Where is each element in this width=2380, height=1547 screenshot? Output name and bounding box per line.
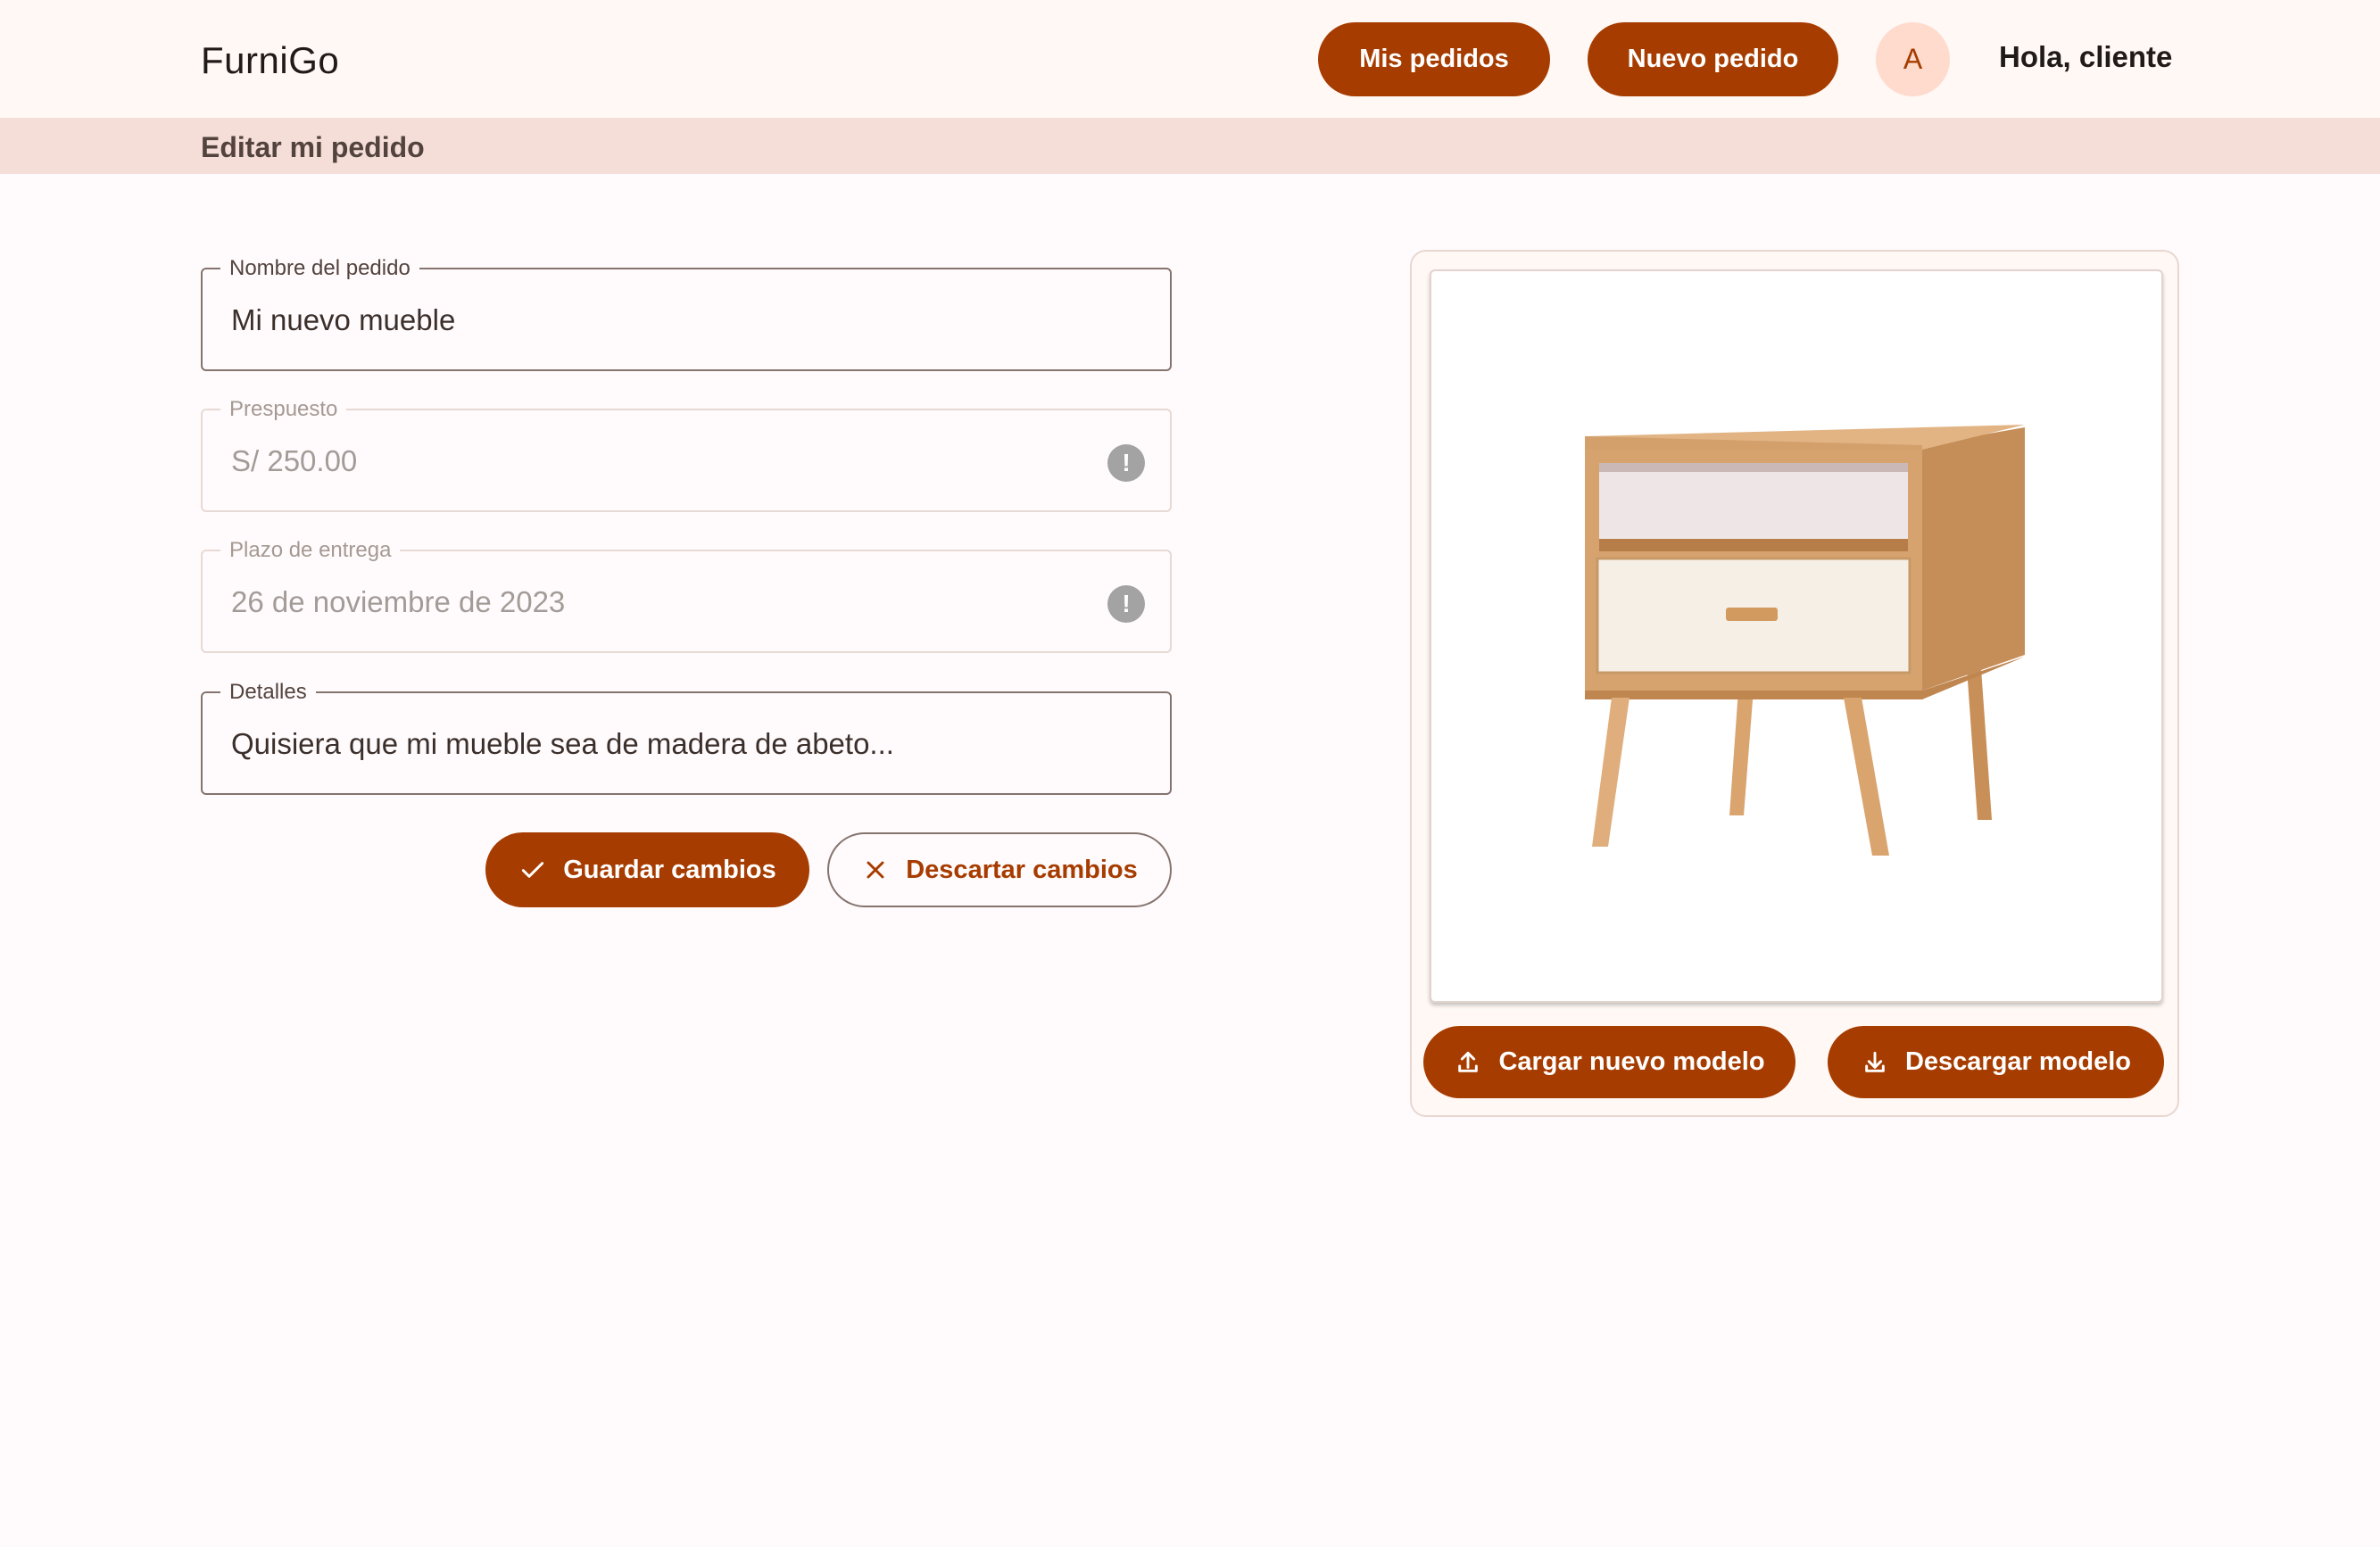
page-header-bar: Editar mi pedido: [0, 118, 2380, 174]
budget-label: Prespuesto: [220, 396, 347, 423]
upload-model-label: Cargar nuevo modelo: [1498, 1047, 1765, 1076]
brand-logo[interactable]: FurniGo: [201, 39, 339, 82]
budget-field: Prespuesto S/ 250.00 !: [201, 396, 1172, 512]
discard-changes-label: Descartar cambios: [906, 855, 1138, 884]
save-changes-button[interactable]: Guardar cambios: [485, 832, 809, 907]
deadline-value: 26 de noviembre de 2023: [231, 585, 566, 618]
close-icon: [861, 856, 890, 884]
upload-icon: [1454, 1048, 1482, 1077]
new-order-button[interactable]: Nuevo pedido: [1588, 22, 1838, 96]
details-label: Detalles: [220, 679, 316, 706]
user-greeting: Hola, cliente: [1999, 40, 2173, 73]
check-icon: [518, 856, 547, 884]
page-title: Editar mi pedido: [201, 131, 425, 163]
deadline-label: Plazo de entrega: [220, 537, 401, 564]
deadline-field: Plazo de entrega 26 de noviembre de 2023…: [201, 537, 1172, 653]
my-orders-button[interactable]: Mis pedidos: [1318, 22, 1550, 96]
discard-changes-button[interactable]: Descartar cambios: [827, 832, 1172, 907]
alert-icon: !: [1107, 444, 1145, 482]
model-card: [1410, 250, 2179, 1117]
order-name-value[interactable]: Mi nuevo mueble: [231, 303, 455, 337]
order-name-field[interactable]: Nombre del pedido Mi nuevo mueble: [201, 255, 1172, 371]
download-model-label: Descargar modelo: [1904, 1047, 2132, 1076]
alert-icon: !: [1107, 585, 1145, 623]
budget-value: S/ 250.00: [231, 444, 358, 477]
upload-model-button[interactable]: Cargar nuevo modelo: [1423, 1026, 1795, 1098]
details-field[interactable]: Detalles Quisiera que mi mueble sea de m…: [201, 679, 1172, 795]
nightstand-image: [1585, 425, 2025, 856]
avatar[interactable]: A: [1876, 22, 1950, 96]
top-app-bar: FurniGo Mis pedidos Nuevo pedido A Hola,…: [0, 0, 2380, 118]
model-preview[interactable]: [1430, 269, 2163, 1003]
save-changes-label: Guardar cambios: [563, 855, 776, 884]
details-value[interactable]: Quisiera que mi mueble sea de madera de …: [231, 727, 894, 761]
download-model-button[interactable]: Descargar modelo: [1828, 1026, 2164, 1098]
download-icon: [1861, 1048, 1889, 1077]
order-name-label: Nombre del pedido: [220, 255, 419, 282]
